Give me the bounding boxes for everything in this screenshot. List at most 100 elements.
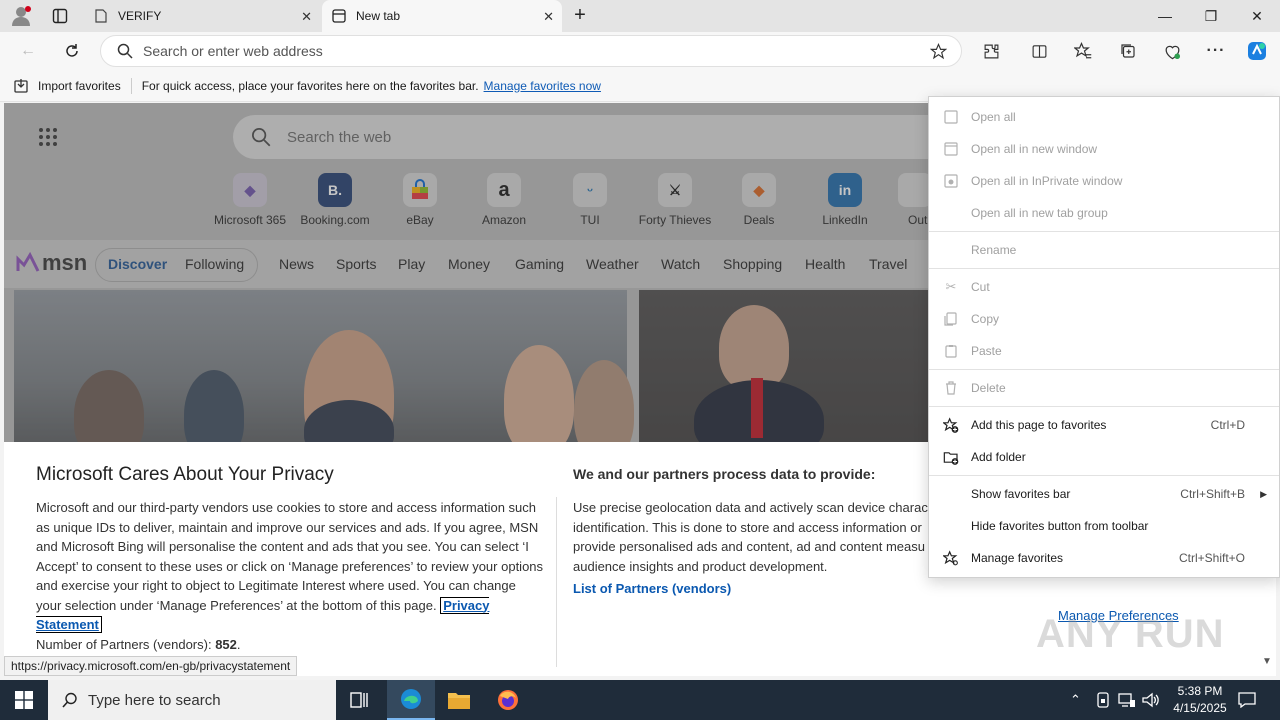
window-icon [943, 109, 959, 125]
start-button[interactable] [0, 680, 48, 720]
inprivate-icon [943, 173, 959, 189]
menu-label: Hide favorites button from toolbar [971, 519, 1149, 533]
data-purposes-line: provide personalised ads and content, ad… [573, 539, 925, 554]
menu-open-all-inprivate[interactable]: Open all in InPrivate window [929, 165, 1279, 197]
privacy-body-text: Microsoft and our third-party vendors us… [36, 500, 544, 613]
browser-essentials-icon[interactable] [1159, 38, 1185, 64]
tray-chevron-icon[interactable]: ⌃ [1070, 680, 1081, 720]
firefox-icon[interactable] [484, 680, 532, 720]
favorites-context-menu: Open all Open all in new window Open all… [928, 96, 1280, 578]
file-explorer-icon[interactable] [435, 680, 483, 720]
partners-count: 852 [215, 636, 237, 652]
tab-title: New tab [356, 9, 401, 23]
edge-taskbar-icon[interactable] [387, 680, 435, 720]
trash-icon [943, 380, 959, 396]
menu-label: Show favorites bar [971, 487, 1071, 501]
new-window-icon [943, 141, 959, 157]
favorite-star-icon[interactable] [929, 42, 948, 65]
menu-label: Cut [971, 280, 990, 294]
windows-taskbar: Type here to search ⌃ 5:38 PM 4/15/2025 [0, 680, 1280, 720]
manage-favorites-link[interactable]: Manage favorites now [484, 79, 601, 93]
split-screen-icon[interactable] [1026, 38, 1052, 64]
menu-label: Open all in InPrivate window [971, 174, 1123, 188]
list-of-partners-link[interactable]: List of Partners (vendors) [573, 581, 731, 596]
tray-device-icon[interactable] [1096, 680, 1110, 720]
new-tab-button[interactable]: + [570, 5, 590, 25]
clipboard-icon [943, 343, 959, 359]
restore-button[interactable]: ❐ [1188, 0, 1234, 32]
settings-more-icon[interactable]: ··· [1203, 38, 1229, 64]
address-bar[interactable]: Search or enter web address [100, 35, 962, 67]
favorites-icon[interactable] [1070, 38, 1096, 64]
copy-icon [943, 311, 959, 327]
data-purposes-line: identification. This is done to store an… [573, 519, 922, 535]
divider [556, 497, 557, 667]
menu-label: Paste [971, 344, 1002, 358]
menu-divider [929, 369, 1279, 370]
clock-date: 4/15/2025 [1173, 701, 1227, 715]
volume-icon[interactable] [1142, 680, 1160, 720]
menu-label: Open all in new window [971, 142, 1098, 156]
status-bar-url: https://privacy.microsoft.com/en-gb/priv… [4, 656, 298, 676]
menu-shortcut: Ctrl+D [1210, 418, 1245, 432]
menu-open-all[interactable]: Open all [929, 101, 1279, 133]
copilot-icon[interactable] [1244, 38, 1270, 64]
menu-paste[interactable]: Paste [929, 335, 1279, 367]
browser-toolbar: ← Search or enter web address ··· [0, 32, 1280, 70]
taskbar-search-placeholder: Type here to search [88, 691, 221, 709]
menu-open-all-new-window[interactable]: Open all in new window [929, 133, 1279, 165]
network-icon[interactable] [1118, 680, 1136, 720]
back-button[interactable]: ← [15, 38, 41, 64]
menu-delete[interactable]: Delete [929, 372, 1279, 404]
menu-show-favorites-bar[interactable]: Show favorites bar Ctrl+Shift+B ▶ [929, 478, 1279, 510]
data-purposes-line: Use precise geolocation data and activel… [573, 500, 928, 515]
menu-rename[interactable]: Rename [929, 234, 1279, 266]
menu-add-page-to-favorites[interactable]: Add this page to favorites Ctrl+D [929, 409, 1279, 441]
task-view-icon[interactable] [336, 680, 384, 720]
notifications-icon[interactable] [1238, 680, 1256, 720]
menu-cut[interactable]: ✂ Cut [929, 271, 1279, 303]
menu-label: Delete [971, 381, 1006, 395]
tab-new-tab[interactable]: New tab ✕ [322, 0, 562, 32]
taskbar-search-box[interactable]: Type here to search [48, 680, 336, 720]
menu-divider [929, 268, 1279, 269]
close-window-button[interactable]: ✕ [1234, 0, 1280, 32]
favorites-bar-hint: For quick access, place your favorites h… [141, 78, 479, 93]
add-folder-icon [943, 449, 959, 465]
close-tab-icon[interactable]: ✕ [543, 9, 554, 25]
menu-divider [929, 231, 1279, 232]
submenu-arrow-icon: ▶ [1260, 488, 1267, 499]
extensions-icon[interactable] [978, 38, 1004, 64]
import-favorites-button[interactable]: Import favorites [38, 79, 121, 93]
anyrun-watermark: ANY RUN [1036, 612, 1225, 656]
data-purposes-title: We and our partners process data to prov… [573, 466, 876, 482]
menu-open-all-new-tab-group[interactable]: Open all in new tab group [929, 197, 1279, 229]
add-favorite-icon [943, 416, 959, 433]
refresh-button[interactable] [59, 38, 85, 64]
tab-actions-icon[interactable] [52, 8, 68, 24]
data-purposes-line: audience insights and product developmen… [573, 558, 828, 574]
tab-verify[interactable]: VERIFY ✕ [84, 0, 320, 32]
menu-label: Rename [971, 243, 1017, 257]
menu-manage-favorites[interactable]: Manage favorites Ctrl+Shift+O [929, 542, 1279, 574]
page-icon [94, 9, 108, 23]
menu-hide-favorites-button[interactable]: Hide favorites button from toolbar [929, 510, 1279, 542]
menu-copy[interactable]: Copy [929, 303, 1279, 335]
menu-add-folder[interactable]: Add folder [929, 441, 1279, 473]
collections-icon[interactable] [1115, 38, 1141, 64]
close-tab-icon[interactable]: ✕ [301, 9, 312, 25]
scroll-down-arrow-icon[interactable]: ▼ [1262, 656, 1272, 667]
minimize-button[interactable]: — [1142, 0, 1188, 32]
import-favorites-icon [14, 78, 30, 94]
menu-label: Copy [971, 312, 1000, 326]
profile-icon[interactable] [10, 6, 32, 26]
menu-shortcut: Ctrl+Shift+O [1178, 551, 1245, 565]
address-placeholder: Search or enter web address [143, 43, 323, 59]
menu-label: Add folder [971, 450, 1026, 464]
menu-label: Open all in new tab group [971, 206, 1108, 220]
manage-favorites-icon [943, 549, 959, 566]
menu-label: Open all [971, 110, 1016, 124]
taskbar-clock[interactable]: 5:38 PM 4/15/2025 [1164, 683, 1236, 717]
menu-divider [929, 406, 1279, 407]
menu-label: Manage favorites [971, 551, 1064, 565]
